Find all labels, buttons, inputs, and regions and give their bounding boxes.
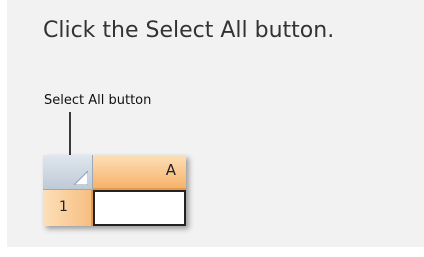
cell-a1[interactable]: [93, 190, 186, 226]
column-header-a[interactable]: A: [93, 155, 186, 190]
column-header-label: A: [165, 161, 176, 179]
row-header-label: 1: [59, 199, 68, 215]
instruction-text: Click the Select All button.: [43, 18, 335, 43]
callout-label: Select All button: [44, 93, 152, 108]
row-header-1[interactable]: 1: [43, 190, 93, 226]
select-all-button[interactable]: [43, 155, 93, 190]
tutorial-panel: Click the Select All button. Select All …: [7, 0, 424, 247]
spreadsheet-grid: A 1: [43, 155, 186, 226]
select-all-triangle-icon: [74, 171, 88, 185]
